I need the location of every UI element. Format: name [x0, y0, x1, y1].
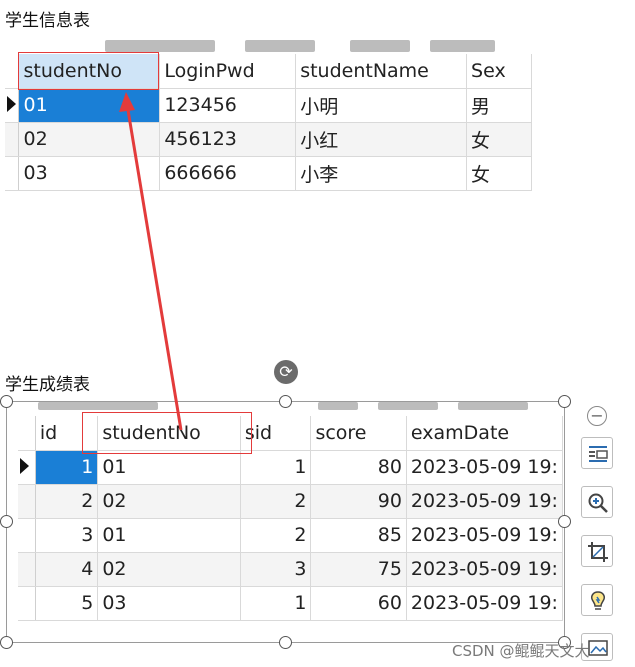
table-cell[interactable]: 5: [35, 586, 99, 621]
table-cell[interactable]: 123456: [159, 88, 297, 123]
resize-handle-top-right[interactable]: [558, 395, 571, 408]
table-cell[interactable]: 90: [310, 484, 407, 519]
table-cell[interactable]: 2023-05-09 19:: [406, 586, 564, 621]
table-cell[interactable]: 4: [35, 552, 99, 587]
design-ideas-button[interactable]: [581, 584, 613, 616]
table-cell[interactable]: 01: [97, 518, 241, 553]
row-marker: [5, 54, 20, 89]
column-header-sex[interactable]: Sex: [466, 54, 532, 89]
table-cell[interactable]: 2023-05-09 19:: [406, 518, 564, 553]
table-cell[interactable]: 01: [18, 88, 161, 123]
table-cell[interactable]: 3: [35, 518, 99, 553]
row-marker: [18, 586, 36, 621]
table-cell[interactable]: 女: [466, 122, 532, 157]
table-row[interactable]: 4 02 3 75 2023-05-09 19:: [18, 552, 564, 587]
table-row[interactable]: 01 123456 小明 男: [5, 88, 532, 123]
column-header-loginpwd[interactable]: LoginPwd: [159, 54, 297, 89]
row-marker: [18, 552, 36, 587]
layout-options-icon: [589, 446, 608, 462]
studentno-highlight-bottom: [82, 412, 252, 454]
table-cell[interactable]: 456123: [159, 122, 297, 157]
alt-text-icon: [588, 640, 608, 656]
current-row-marker: [18, 450, 36, 485]
zoom-button[interactable]: [581, 486, 613, 518]
table-cell[interactable]: 2023-05-09 19:: [406, 552, 564, 587]
table-cell[interactable]: 03: [18, 156, 161, 191]
table-cell[interactable]: 01: [97, 450, 241, 485]
current-row-arrow-icon: [20, 457, 29, 474]
lightbulb-icon: [591, 591, 605, 610]
row-marker: [5, 122, 20, 157]
table-cell[interactable]: 02: [18, 122, 161, 157]
table-cell[interactable]: 03: [97, 586, 241, 621]
table-cell[interactable]: 60: [310, 586, 407, 621]
resize-handle-left[interactable]: [0, 515, 13, 528]
table-cell[interactable]: 1: [240, 450, 312, 485]
table-cell[interactable]: 3: [240, 552, 312, 587]
row-marker: [18, 518, 36, 553]
table-cell[interactable]: 02: [97, 552, 241, 587]
score-table-caption: 学生成绩表: [5, 375, 90, 395]
column-header-score[interactable]: score: [310, 416, 407, 451]
crop-button[interactable]: [581, 535, 613, 567]
table-row[interactable]: 5 03 1 60 2023-05-09 19:: [18, 586, 564, 621]
table-cell[interactable]: 小红: [295, 122, 468, 157]
table-cell[interactable]: 小李: [295, 156, 468, 191]
table-cell[interactable]: 小明: [295, 88, 468, 123]
table-cell[interactable]: 女: [466, 156, 532, 191]
table-cell[interactable]: 1: [240, 586, 312, 621]
column-header-examdate[interactable]: examDate: [406, 416, 564, 451]
table-row[interactable]: 2 02 2 90 2023-05-09 19:: [18, 484, 564, 519]
table-row[interactable]: 02 456123 小红 女: [5, 122, 532, 157]
table-cell[interactable]: 80: [310, 450, 407, 485]
table-row[interactable]: 3 01 2 85 2023-05-09 19:: [18, 518, 564, 553]
table-cell[interactable]: 2: [240, 484, 312, 519]
resize-handle-top[interactable]: [279, 395, 292, 408]
table-cell[interactable]: 02: [97, 484, 241, 519]
row-marker: [5, 156, 20, 191]
layout-options-button[interactable]: [581, 437, 613, 469]
table-row[interactable]: 1 01 1 80 2023-05-09 19:: [18, 450, 564, 485]
table-cell[interactable]: 男: [466, 88, 532, 123]
resize-handle-bottom[interactable]: [279, 636, 292, 649]
resize-handle-right[interactable]: [558, 515, 571, 528]
studentno-highlight-top: [18, 52, 159, 90]
rotate-icon[interactable]: ⟳: [274, 360, 298, 384]
current-row-arrow-icon: [7, 95, 16, 112]
row-marker: [18, 416, 36, 451]
table-row[interactable]: 03 666666 小李 女: [5, 156, 532, 191]
crop-icon: [588, 542, 608, 562]
table-cell[interactable]: 2023-05-09 19:: [406, 450, 564, 485]
current-row-marker: [5, 88, 20, 123]
student-table-caption: 学生信息表: [5, 11, 90, 31]
row-marker: [18, 484, 36, 519]
minus-icon[interactable]: −: [587, 406, 607, 426]
column-header-studentname[interactable]: studentName: [295, 54, 468, 89]
resize-handle-top-left[interactable]: [0, 395, 13, 408]
zoom-in-icon: [588, 493, 608, 513]
table-cell[interactable]: 2023-05-09 19:: [406, 484, 564, 519]
table-cell[interactable]: 75: [310, 552, 407, 587]
resize-handle-bottom-left[interactable]: [0, 636, 13, 649]
table-cell[interactable]: 666666: [159, 156, 297, 191]
table-cell[interactable]: 1: [35, 450, 99, 485]
table-cell[interactable]: 85: [310, 518, 407, 553]
watermark: CSDN @鲲鲲天文大: [452, 642, 590, 660]
table-cell[interactable]: 2: [240, 518, 312, 553]
table-cell[interactable]: 2: [35, 484, 99, 519]
